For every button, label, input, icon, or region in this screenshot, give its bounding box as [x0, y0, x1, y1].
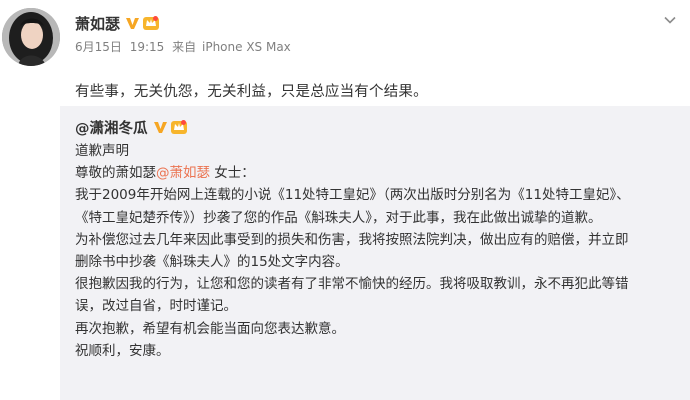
repost-author[interactable]: @潇湘冬瓜 [75, 117, 148, 138]
post-source-prefix: 来自 [172, 40, 197, 54]
post-meta: 6月15日 19:15 来自 iPhone XS Max [75, 38, 295, 55]
repost-author-name: 潇湘冬瓜 [89, 120, 148, 137]
avatar-image [2, 8, 60, 66]
post-source-device[interactable]: iPhone XS Max [202, 40, 291, 54]
repost-content: @潇湘冬瓜 道歉声明 尊敬的萧如瑟@萧如瑟 女士： 我于2009年开始网上连载的… [75, 116, 687, 362]
statement-line: 再次抱歉，希望有机会能当面向您表达歉意。 [75, 320, 345, 337]
statement-line: 为补偿您过去几年来因此事受到的损失和伤害，我将按照法院判决，做出应有的赔偿，并立… [75, 231, 629, 248]
salutation-suffix: 女士： [210, 165, 255, 182]
statement-line: 很抱歉因我的行为，让您和您的读者有了非常不愉快的经历。我将吸取教训，永不再犯此等… [75, 276, 629, 293]
statement-salutation: 尊敬的萧如瑟@萧如瑟 女士： [75, 162, 687, 184]
verified-v-icon [126, 17, 140, 29]
salutation-prefix: 尊敬的萧如瑟 [75, 165, 156, 182]
verified-v-icon [153, 121, 167, 133]
statement-line: 误，改过自省，时时谨记。 [75, 298, 237, 315]
post-date[interactable]: 6月15日 [75, 40, 122, 54]
weibo-post: 萧如瑟 6月15日 19:15 来自 iPhone XS Max 有些事，无关仇… [0, 0, 690, 400]
statement-title: 道歉声明 [75, 143, 129, 159]
statement-line: 《特工皇妃楚乔传》）抄袭了您的作品《斛珠夫人》，对于此事，我在此做出诚挚的道歉。 [75, 209, 602, 226]
post-text: 有些事，无关仇怨，无关利益，只是总应当有个结果。 [75, 84, 428, 100]
repost-card[interactable]: @潇湘冬瓜 道歉声明 尊敬的萧如瑟@萧如瑟 女士： 我于2009年开始网上连载的… [60, 106, 690, 400]
author-name[interactable]: 萧如瑟 [75, 13, 120, 34]
mention-link[interactable]: @萧如瑟 [156, 165, 210, 181]
post-header: 萧如瑟 6月15日 19:15 来自 iPhone XS Max [75, 12, 295, 55]
author-row: 萧如瑟 [75, 12, 295, 34]
repost-author-row: @潇湘冬瓜 [75, 116, 687, 138]
statement-line: 删除书中抄袭《斛珠夫人》的15处文字内容。 [75, 254, 349, 271]
avatar[interactable] [2, 8, 60, 66]
vip-crown-icon[interactable] [142, 15, 160, 31]
vip-crown-icon[interactable] [170, 119, 188, 135]
repost-text: 道歉声明 尊敬的萧如瑟@萧如瑟 女士： 我于2009年开始网上连载的小说《11处… [75, 140, 687, 362]
chevron-down-icon[interactable] [662, 12, 678, 28]
statement-line: 我于2009年开始网上连载的小说《11处特工皇妃》（两次出版时分别名为《11处特… [75, 187, 630, 204]
post-time[interactable]: 19:15 [130, 40, 165, 54]
repost-at-symbol: @ [75, 120, 90, 137]
statement-line: 祝顺利，安康。 [75, 342, 170, 359]
